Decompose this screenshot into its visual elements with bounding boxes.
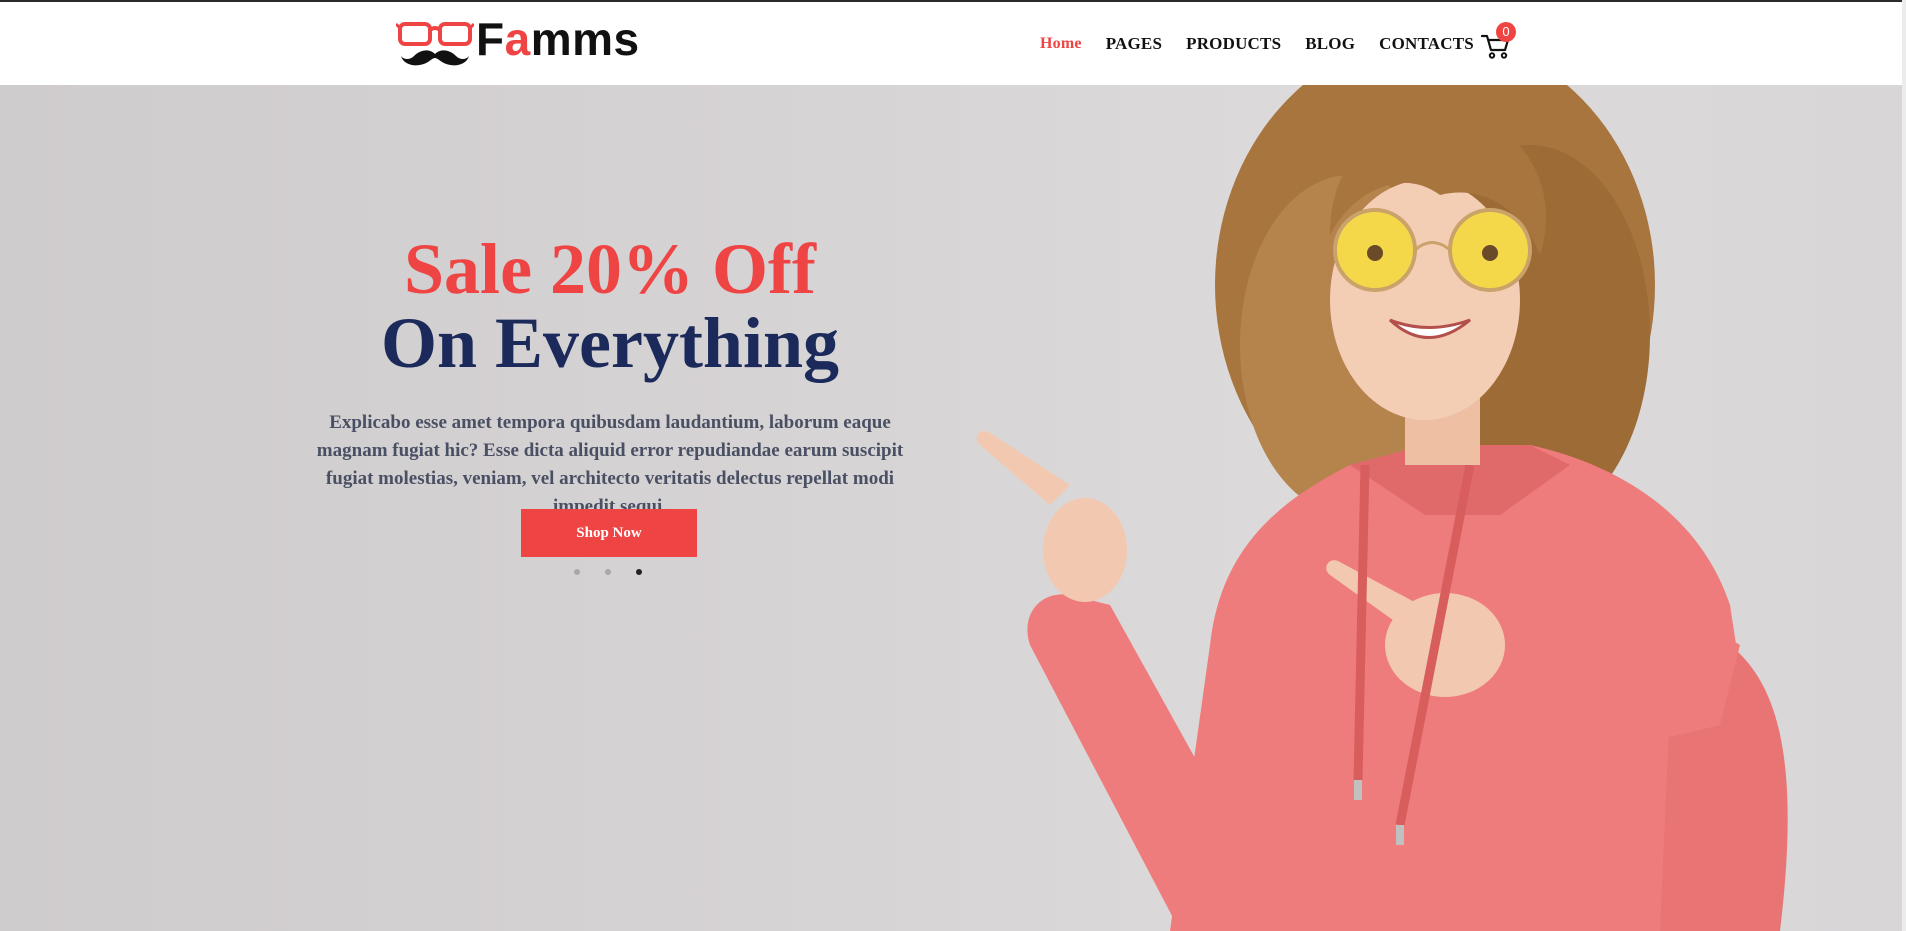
nav-blog[interactable]: BLOG — [1305, 34, 1355, 54]
slide-dot-2[interactable] — [605, 569, 611, 575]
brand-logo[interactable]: Famms — [396, 13, 666, 70]
hero-slider: Sale 20% Off On Everything Explicabo ess… — [0, 85, 1906, 931]
cart-count-badge: 0 — [1496, 22, 1516, 42]
slide-dot-3[interactable] — [636, 569, 642, 575]
hero-description: Explicabo esse amet tempora quibusdam la… — [316, 412, 904, 517]
brand-name: Famms — [476, 13, 640, 65]
nav-pages[interactable]: PAGES — [1106, 34, 1162, 54]
shop-now-button[interactable]: Shop Now — [521, 509, 697, 557]
slider-indicators — [574, 569, 667, 575]
slide-dot-1[interactable] — [574, 569, 580, 575]
hero-title-sale: Sale 20% Off — [404, 229, 816, 309]
nav-home[interactable]: Home — [1040, 35, 1082, 53]
glasses-mustache-icon — [396, 22, 474, 66]
site-header: Famms Home PAGES PRODUCTS BLOG CONTACTS … — [0, 2, 1906, 85]
main-nav: Home PAGES PRODUCTS BLOG CONTACTS — [1040, 34, 1498, 54]
hero-model-image — [976, 85, 1788, 931]
nav-contacts[interactable]: CONTACTS — [1379, 34, 1474, 54]
nav-products[interactable]: PRODUCTS — [1186, 34, 1281, 54]
page-scrollbar[interactable] — [1902, 0, 1906, 931]
hero-title-everything: On Everything — [380, 303, 840, 383]
